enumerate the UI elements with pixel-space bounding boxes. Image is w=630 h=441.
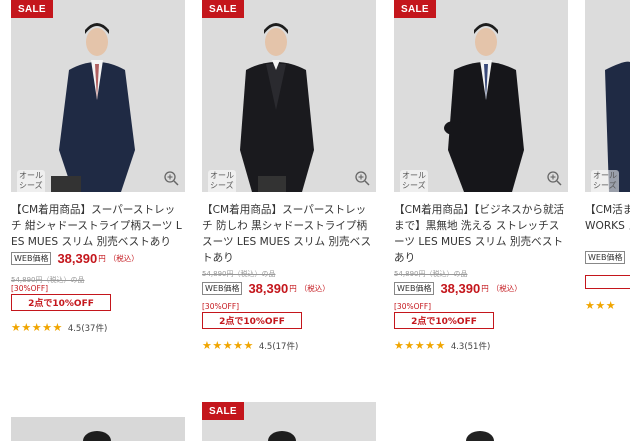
suit-model-photo: [394, 0, 568, 192]
title-prefix: 【CM着用商品】: [394, 204, 475, 216]
original-price: 54,890円（税込）の品: [11, 276, 85, 284]
tax-label: （税込）: [108, 254, 139, 263]
rating: ★★★★★ 4.3(51件): [394, 339, 568, 352]
season-label: オール シーズン: [17, 170, 45, 192]
promo-badge: 2点で10%OFF: [394, 312, 494, 329]
zoom-in-icon[interactable]: [163, 170, 179, 186]
web-price-tag: WEB価格: [394, 282, 435, 295]
original-price: 54,890円（税込）の品: [202, 270, 276, 278]
price: 38,390: [440, 281, 481, 296]
sale-badge: SALE: [11, 0, 53, 18]
price-line: WEB価格 38,390 円（税込）: [202, 281, 376, 296]
star-rating-icon: ★★★★★: [11, 321, 63, 334]
product-image-row2[interactable]: [394, 417, 568, 441]
price-line: WEB価格 38,390 円（税込）: [11, 251, 185, 266]
rating: ★★★★★ 4.5(17件): [202, 339, 376, 352]
price: 38,390: [248, 281, 289, 296]
web-price-tag: WEB価格: [11, 252, 52, 265]
sale-badge: SALE: [394, 0, 436, 18]
price-line: WEB価格: [585, 251, 630, 264]
original-price: 54,890円（税込）の品: [394, 270, 468, 278]
price-line: WEB価格 38,390 円（税込）: [394, 281, 568, 296]
discount-percent: [30%OFF]: [202, 302, 240, 311]
product-title[interactable]: 【CM着用商品】スーパーストレッチ 防しわ 黒シャドーストライプ柄スーツ LES…: [202, 202, 376, 266]
yen-label: 円: [289, 284, 297, 293]
product-title[interactable]: 【CM着用商品】【ビジネスから就活まで】黒無地 洗える ストレッチスーツ LES…: [394, 202, 568, 266]
tax-label: （税込）: [491, 284, 522, 293]
sale-badge: SALE: [202, 0, 244, 18]
product-card-partial[interactable]: オール シーズン 【CM活まで WORKS ス WEB価格 ★★★: [585, 0, 630, 312]
product-image-row2[interactable]: [11, 417, 185, 441]
web-price-tag: WEB価格: [202, 282, 243, 295]
product-image[interactable]: SALE オール シーズン: [394, 0, 568, 192]
tax-label: （税込）: [299, 284, 330, 293]
title-prefix: 【CM着用商品】: [202, 204, 283, 216]
star-rating-icon: ★★★: [585, 299, 617, 312]
product-image-row2[interactable]: SALE: [202, 402, 376, 441]
mannequin-photo: [466, 431, 494, 441]
web-price-tag: WEB価格: [585, 251, 626, 264]
rating-value: 4.5(37件): [67, 323, 108, 334]
title-prefix: 【CM: [585, 204, 613, 216]
discount-percent: [30%OFF]: [11, 284, 49, 293]
rating: ★★★★★ 4.5(37件): [11, 321, 185, 334]
product-card[interactable]: SALE オール シーズン 【CM着用商品】スーパーストレッチ 防しわ 黒シャド…: [202, 0, 376, 352]
rating: ★★★: [585, 299, 630, 312]
discount-percent: [30%OFF]: [394, 302, 432, 311]
star-rating-icon: ★★★★★: [394, 339, 446, 352]
zoom-in-icon[interactable]: [354, 170, 370, 186]
product-title[interactable]: 【CM活まで WORKS ス: [585, 202, 630, 250]
yen-label: 円: [98, 254, 106, 263]
product-card[interactable]: SALE オール シーズン 【CM着用商品】スーパーストレッチ 紺シャドーストラ…: [11, 0, 185, 334]
product-image[interactable]: SALE オール シーズン: [11, 0, 185, 192]
promo-badge: [585, 275, 630, 289]
rating-value: 4.3(51件): [450, 341, 491, 352]
yen-label: 円: [481, 284, 489, 293]
sale-badge: SALE: [202, 402, 244, 420]
promo-badge: 2点で10%OFF: [11, 294, 111, 311]
product-image[interactable]: SALE オール シーズン: [202, 0, 376, 192]
season-label: オール シーズン: [208, 170, 236, 192]
season-label: オール シーズン: [400, 170, 428, 192]
star-rating-icon: ★★★★★: [202, 339, 254, 352]
product-image[interactable]: オール シーズン: [585, 0, 630, 192]
promo-badge: 2点で10%OFF: [202, 312, 302, 329]
zoom-in-icon[interactable]: [546, 170, 562, 186]
suit-model-photo: [202, 0, 376, 192]
suit-model-photo: [585, 0, 630, 192]
product-card[interactable]: SALE オール シーズン 【CM着用商品】【ビジネスから就活まで】黒無地 洗え…: [394, 0, 568, 352]
price: 38,390: [57, 251, 98, 266]
season-label: オール シーズン: [591, 170, 619, 192]
suit-model-photo: [11, 0, 185, 192]
model-photo: [83, 431, 111, 441]
product-title[interactable]: 【CM着用商品】スーパーストレッチ 紺シャドーストライプ柄スーツ LES MUE…: [11, 202, 185, 250]
rating-value: 4.5(17件): [258, 341, 299, 352]
title-prefix: 【CM着用商品】: [11, 204, 92, 216]
